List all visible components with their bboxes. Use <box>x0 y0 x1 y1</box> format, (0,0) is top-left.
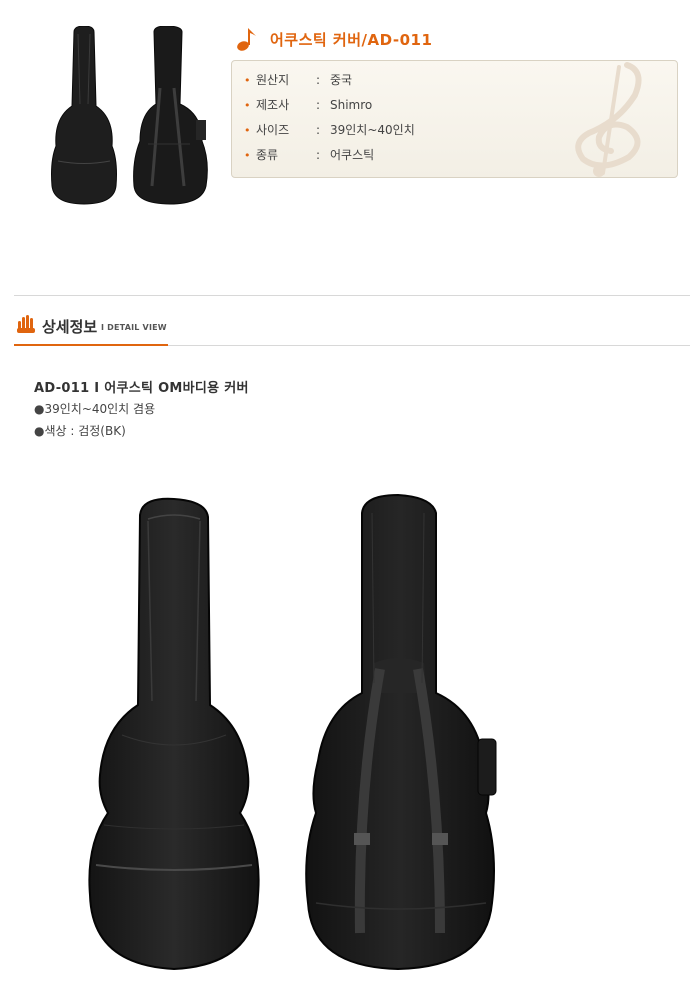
thumbnail-bag-front-image <box>51 26 117 205</box>
description-size-line: ●39인치~40인치 겸용 <box>34 402 156 416</box>
section-subtitle: I DETAIL VIEW <box>101 323 167 332</box>
music-note-icon <box>237 28 256 51</box>
divider-accent <box>14 344 168 346</box>
bullet: • <box>244 149 251 162</box>
divider-top <box>14 295 690 296</box>
treble-clef-watermark-icon <box>575 62 642 177</box>
bag-back-image <box>305 493 497 971</box>
product-title: 어쿠스틱 커버/AD-011 <box>270 31 433 49</box>
spec-label-type: 종류 <box>256 148 279 162</box>
bullet: • <box>244 124 251 137</box>
description-model-line: AD-011 I 어쿠스틱 OM바디용 커버 <box>34 381 249 396</box>
spec-label-origin: 원산지 <box>256 73 290 87</box>
spec-value-size: 39인치~40인치 <box>330 123 415 137</box>
spec-value-type: 어쿠스틱 <box>330 148 375 162</box>
spec-value-manufacturer: Shimro <box>330 98 373 112</box>
spec-label-size: 사이즈 <box>256 123 290 137</box>
spec-colon: : <box>316 148 321 162</box>
spec-label-manufacturer: 제조사 <box>256 98 290 112</box>
spec-row-origin: • 원산지: 중국 <box>244 72 352 88</box>
spec-colon: : <box>316 73 321 87</box>
bullet: • <box>244 74 251 87</box>
spec-row-size: • 사이즈:39인치~40인치 <box>244 122 415 138</box>
section-title: 상세정보 <box>42 318 98 336</box>
bullet: • <box>244 99 251 112</box>
spec-box: • 원산지: 중국 • 제조사: Shimro • 사이즈:39인치~40인치 • 종류: 어… <box>231 60 678 178</box>
description-color-line: ●색상 : 검정(BK) <box>34 424 126 438</box>
detail-hand-icon <box>17 315 35 333</box>
thumbnail-bag-back-image <box>133 26 208 205</box>
spec-colon: : <box>316 123 321 137</box>
spec-row-type: • 종류: 어쿠스틱 <box>244 147 374 163</box>
spec-row-manufacturer: • 제조사: Shimro <box>244 97 372 113</box>
spec-value-origin: 중국 <box>330 73 353 87</box>
spec-colon: : <box>316 98 321 112</box>
bag-front-image <box>88 497 260 971</box>
